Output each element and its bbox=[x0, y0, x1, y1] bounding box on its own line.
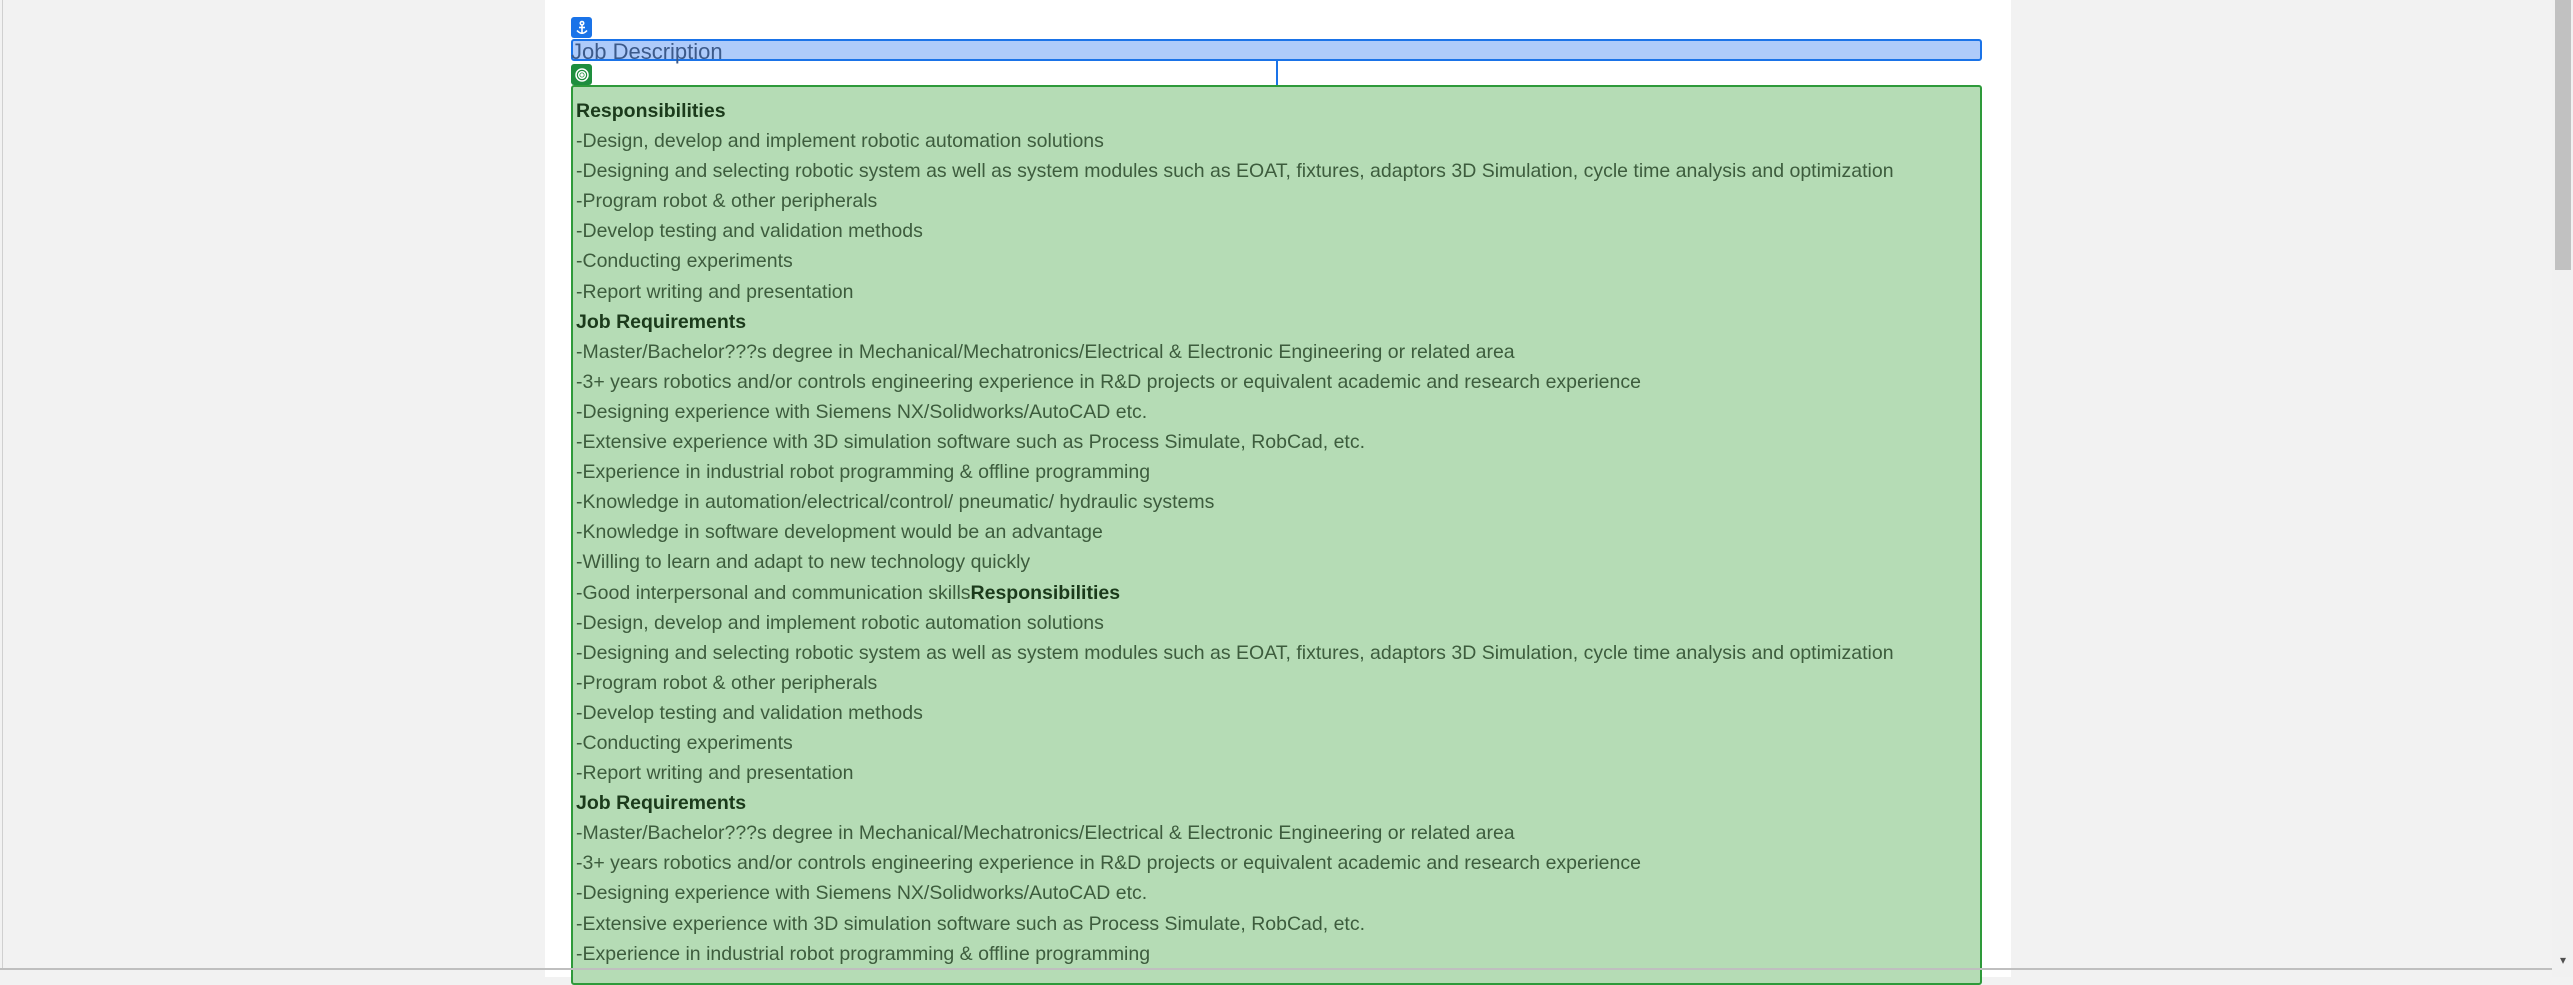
line-text: -Design, develop and implement robotic a… bbox=[576, 611, 1104, 634]
content-line: -Program robot & other peripherals bbox=[576, 186, 1894, 216]
content-line: -Conducting experiments bbox=[576, 728, 1894, 758]
line-text: -Develop testing and validation methods bbox=[576, 220, 923, 243]
line-text: -Experience in industrial robot programm… bbox=[576, 942, 1151, 965]
line-text: -Designing and selecting robotic system … bbox=[576, 641, 1894, 664]
scrollbar-thumb[interactable] bbox=[2555, 0, 2571, 270]
line-text: -3+ years robotics and/or controls engin… bbox=[576, 852, 1641, 875]
line-text: -Extensive experience with 3D simulation… bbox=[576, 912, 1366, 935]
target-icon[interactable] bbox=[571, 64, 592, 85]
content-line: -Designing and selecting robotic system … bbox=[576, 638, 1894, 668]
line-text: -Conducting experiments bbox=[576, 731, 793, 754]
content-line: -Extensive experience with 3D simulation… bbox=[576, 909, 1894, 939]
line-text: -Experience in industrial robot programm… bbox=[576, 461, 1151, 484]
job-description-header-field[interactable] bbox=[571, 39, 1982, 61]
line-text: -Program robot & other peripherals bbox=[576, 190, 878, 213]
line-text: -Knowledge in software development would… bbox=[576, 521, 1103, 544]
job-description-content-field[interactable]: Responsibilities -Design, develop and imp… bbox=[571, 85, 1982, 985]
content-line: -Experience in industrial robot programm… bbox=[576, 457, 1894, 487]
line-text: -Master/Bachelor???s degree in Mechanica… bbox=[576, 822, 1515, 845]
line-text: -Willing to learn and adapt to new techn… bbox=[576, 551, 1031, 574]
line-text: -Conducting experiments bbox=[576, 250, 793, 273]
content-line: -Report writing and presentation bbox=[576, 758, 1894, 788]
content-line: -Design, develop and implement robotic a… bbox=[576, 126, 1894, 156]
line-text: -Program robot & other peripherals bbox=[576, 671, 878, 694]
left-edge-line bbox=[2, 0, 3, 970]
line-text: -Develop testing and validation methods bbox=[576, 701, 923, 724]
content-line: -Designing and selecting robotic system … bbox=[576, 156, 1894, 186]
section-heading: Responsibilities bbox=[970, 581, 1121, 604]
line-text: -Master/Bachelor???s degree in Mechanica… bbox=[576, 340, 1515, 363]
section-heading: Job Requirements bbox=[576, 792, 747, 815]
line-text: -Designing experience with Siemens NX/So… bbox=[576, 400, 1148, 423]
content-text: Responsibilities -Design, develop and imp… bbox=[576, 96, 1894, 969]
content-line: Responsibilities bbox=[576, 96, 1894, 126]
content-line: -Good interpersonal and communication sk… bbox=[576, 578, 1894, 608]
content-line: -Master/Bachelor???s degree in Mechanica… bbox=[576, 337, 1894, 367]
content-line: -Experience in industrial robot programm… bbox=[576, 939, 1894, 969]
line-text: -Design, develop and implement robotic a… bbox=[576, 130, 1104, 153]
scroll-down-arrow-icon[interactable]: ▾ bbox=[2555, 952, 2571, 968]
content-line: -Design, develop and implement robotic a… bbox=[576, 608, 1894, 638]
content-line: Job Requirements bbox=[576, 788, 1894, 818]
line-text: -Report writing and presentation bbox=[576, 762, 854, 785]
content-line: -3+ years robotics and/or controls engin… bbox=[576, 848, 1894, 878]
content-line: -Conducting experiments bbox=[576, 246, 1894, 276]
section-heading: Job Requirements bbox=[576, 310, 747, 333]
content-line: -Willing to learn and adapt to new techn… bbox=[576, 547, 1894, 577]
content-line: -Knowledge in automation/electrical/cont… bbox=[576, 487, 1894, 517]
line-text: -Knowledge in automation/electrical/cont… bbox=[576, 491, 1215, 514]
header-title: Job Description bbox=[571, 39, 723, 64]
content-line: -Designing experience with Siemens NX/So… bbox=[576, 397, 1894, 427]
content-line: -Develop testing and validation methods bbox=[576, 698, 1894, 728]
line-text: -Good interpersonal and communication sk… bbox=[576, 581, 971, 604]
content-line: Job Requirements bbox=[576, 307, 1894, 337]
line-text: -Designing experience with Siemens NX/So… bbox=[576, 882, 1148, 905]
connector-line bbox=[1276, 61, 1278, 86]
viewport-bottom-line bbox=[0, 968, 2552, 970]
content-line: -Report writing and presentation bbox=[576, 277, 1894, 307]
section-heading: Responsibilities bbox=[576, 100, 726, 122]
content-line: -Designing experience with Siemens NX/So… bbox=[576, 878, 1894, 908]
content-line: -Program robot & other peripherals bbox=[576, 668, 1894, 698]
line-text: -Extensive experience with 3D simulation… bbox=[576, 431, 1366, 454]
anchor-icon[interactable] bbox=[571, 17, 592, 38]
line-text: -Designing and selecting robotic system … bbox=[576, 160, 1894, 183]
content-line: -3+ years robotics and/or controls engin… bbox=[576, 367, 1894, 397]
content-line: -Develop testing and validation methods bbox=[576, 216, 1894, 246]
line-text: -3+ years robotics and/or controls engin… bbox=[576, 370, 1641, 393]
content-line: -Extensive experience with 3D simulation… bbox=[576, 427, 1894, 457]
content-line: -Master/Bachelor???s degree in Mechanica… bbox=[576, 818, 1894, 848]
content-line: -Knowledge in software development would… bbox=[576, 517, 1894, 547]
line-text: -Report writing and presentation bbox=[576, 280, 854, 303]
